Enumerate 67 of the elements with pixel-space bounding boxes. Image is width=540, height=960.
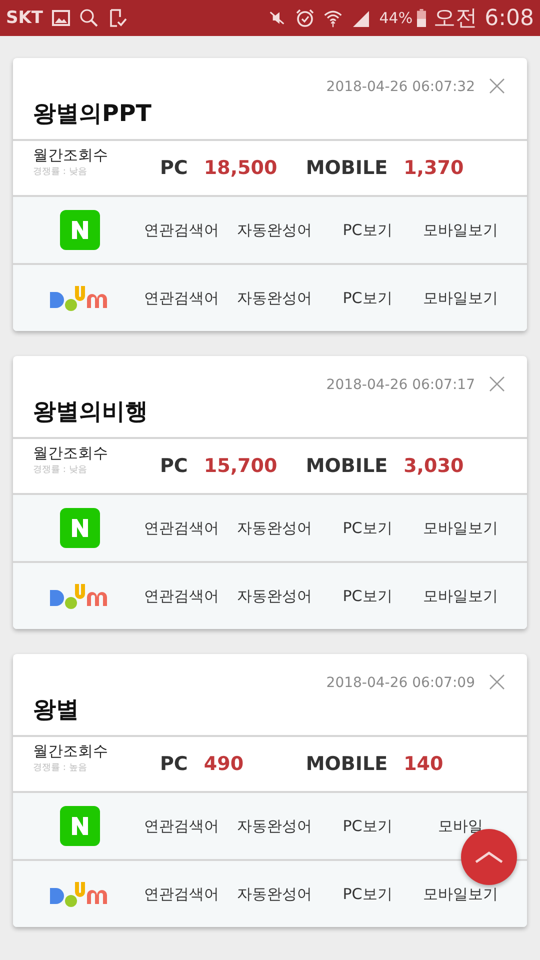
- search-link[interactable]: 모바일보기: [423, 884, 498, 904]
- views-label: 월간조회수: [33, 444, 109, 463]
- competition-label: 경쟁률 : 낮음: [33, 464, 88, 476]
- search-link[interactable]: PC보기: [342, 586, 392, 606]
- pc-count: 15,700: [204, 455, 278, 477]
- search-icon: [79, 8, 100, 28]
- clock: 오전 6:08: [434, 5, 534, 33]
- search-link[interactable]: 자동완성어: [237, 816, 312, 836]
- search-link[interactable]: 자동완성어: [237, 586, 312, 606]
- search-link[interactable]: PC보기: [342, 220, 392, 240]
- close-button[interactable]: [489, 78, 507, 96]
- mobile-count: 140: [404, 753, 444, 775]
- competition-label: 경쟁률 : 높음: [33, 762, 88, 774]
- views-label: 월간조회수: [33, 742, 109, 761]
- competition-label: 경쟁률 : 낮음: [33, 166, 88, 178]
- logo-icon[interactable]: [60, 508, 100, 548]
- keyword-title: 왕별의비행: [33, 398, 149, 427]
- search-link[interactable]: 자동완성어: [237, 884, 312, 904]
- search-link[interactable]: 자동완성어: [237, 518, 312, 538]
- battery-percent: 44%: [379, 9, 413, 27]
- mobile-label: MOBILE: [306, 753, 388, 775]
- wifi-icon: [323, 8, 344, 28]
- search-link[interactable]: 연관검색어: [144, 586, 219, 606]
- search-link[interactable]: 모바일보기: [423, 586, 498, 606]
- close-button[interactable]: [489, 674, 507, 692]
- search-link[interactable]: 연관검색어: [144, 816, 219, 836]
- mobile-count: 1,370: [404, 157, 464, 179]
- pc-count: 18,500: [204, 157, 278, 179]
- pc-label: PC: [160, 753, 188, 775]
- logo-icon[interactable]: [60, 806, 100, 846]
- alarm-icon: [295, 8, 316, 28]
- pc-count: 490: [204, 753, 245, 775]
- search-link[interactable]: 모바일보기: [423, 518, 498, 538]
- close-icon: [489, 674, 505, 690]
- keyword-title: 왕별: [33, 696, 80, 725]
- pc-label: PC: [160, 455, 188, 477]
- chevron-up-icon: [474, 850, 504, 864]
- mobile-label: MOBILE: [306, 157, 388, 179]
- search-link[interactable]: PC보기: [342, 816, 392, 836]
- search-link[interactable]: 자동완성어: [237, 220, 312, 240]
- search-link[interactable]: PC보기: [342, 518, 392, 538]
- search-link[interactable]: PC보기: [342, 884, 392, 904]
- carrier-name: SKT: [6, 8, 44, 28]
- close-icon: [489, 376, 505, 392]
- search-link[interactable]: 모바일: [438, 816, 483, 836]
- timestamp: 2018-04-26 06:07:17: [326, 377, 475, 393]
- image-icon: [51, 8, 72, 28]
- logo-icon[interactable]: [60, 210, 100, 250]
- timestamp: 2018-04-26 06:07:32: [326, 79, 475, 95]
- pc-label: PC: [160, 157, 188, 179]
- keyword-title: 왕별의PPT: [33, 100, 152, 129]
- search-link[interactable]: 모바일보기: [423, 220, 498, 240]
- search-link[interactable]: 자동완성어: [237, 288, 312, 308]
- views-label: 월간조회수: [33, 146, 109, 165]
- search-link[interactable]: PC보기: [342, 288, 392, 308]
- timestamp: 2018-04-26 06:07:09: [326, 675, 475, 691]
- search-link[interactable]: 연관검색어: [144, 518, 219, 538]
- search-link[interactable]: 연관검색어: [144, 288, 219, 308]
- close-button[interactable]: [489, 376, 507, 394]
- battery-icon: [416, 8, 426, 28]
- mobile-label: MOBILE: [306, 455, 388, 477]
- close-icon: [489, 78, 505, 94]
- mobile-count: 3,030: [404, 455, 464, 477]
- phone-check-icon: [107, 8, 128, 28]
- search-link[interactable]: 연관검색어: [144, 884, 219, 904]
- search-link[interactable]: 모바일보기: [423, 288, 498, 308]
- search-link[interactable]: 연관검색어: [144, 220, 219, 240]
